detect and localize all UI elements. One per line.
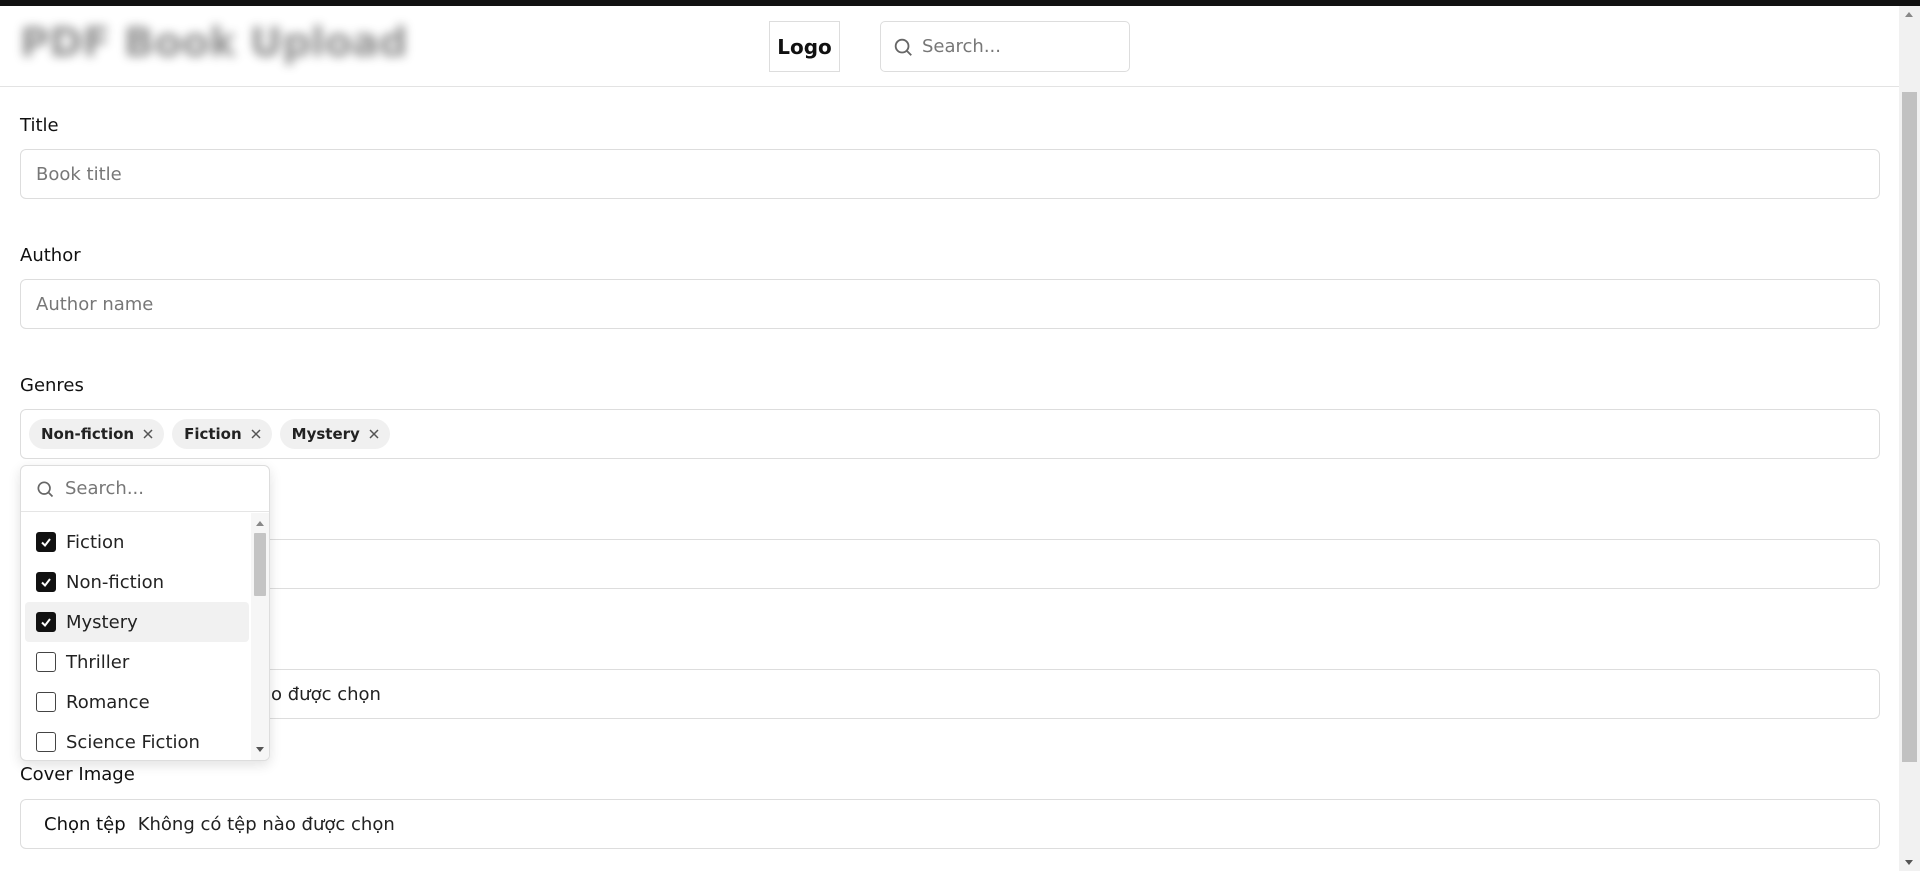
author-field <box>20 279 1880 329</box>
cover-image-label: Cover Image <box>20 764 135 785</box>
genre-chip: Fiction <box>172 419 272 449</box>
dropdown-scrollbar[interactable] <box>251 513 269 760</box>
genres-label: Genres <box>20 375 84 396</box>
genre-chip-label: Mystery <box>291 425 360 443</box>
genre-option-non-fiction[interactable]: Non-fiction <box>25 562 249 602</box>
cover-image-field: Chọn tệp Không có tệp nào được chọn <box>20 799 1880 849</box>
title-field <box>20 149 1880 199</box>
author-label: Author <box>20 245 81 266</box>
scroll-up-arrow-icon[interactable] <box>1905 12 1913 17</box>
check-icon <box>41 618 51 628</box>
header-search <box>880 21 1130 72</box>
scrollbar-thumb[interactable] <box>254 533 266 596</box>
scrollbar-thumb[interactable] <box>1902 92 1917 762</box>
genre-search-input[interactable] <box>65 466 245 511</box>
scroll-down-arrow-icon[interactable] <box>1905 860 1913 865</box>
genre-chip-label: Fiction <box>184 425 242 443</box>
genre-option-fiction[interactable]: Fiction <box>25 522 249 562</box>
genre-option-romance[interactable]: Romance <box>25 682 249 722</box>
pdf-file-status: o được chọn <box>271 683 381 705</box>
genre-option-thriller[interactable]: Thriller <box>25 642 249 682</box>
page-scrollbar[interactable] <box>1899 6 1920 871</box>
author-input[interactable] <box>21 280 1879 328</box>
checkbox[interactable] <box>36 692 56 712</box>
file-status: Không có tệp nào được chọn <box>137 813 395 835</box>
genre-option-science-fiction[interactable]: Science Fiction <box>25 722 249 760</box>
title-label: Title <box>20 115 59 136</box>
genre-options: Fiction Non-fiction Mystery Thriller Rom… <box>25 522 249 760</box>
genre-option-mystery[interactable]: Mystery <box>25 602 249 642</box>
search-icon <box>894 38 912 56</box>
genre-option-label: Non-fiction <box>66 571 165 593</box>
close-icon[interactable] <box>142 428 154 440</box>
search-icon <box>37 481 54 497</box>
app-header: PDF Book Upload Logo <box>0 6 1899 87</box>
genre-option-label: Mystery <box>66 611 138 633</box>
genre-option-label: Thriller <box>66 651 130 673</box>
checkbox[interactable] <box>36 652 56 672</box>
scroll-down-arrow-icon[interactable] <box>256 747 264 752</box>
genre-chip: Non-fiction <box>29 419 165 449</box>
genre-search <box>21 466 269 512</box>
hidden-field[interactable] <box>20 539 1880 589</box>
checkbox[interactable] <box>36 612 56 632</box>
genre-dropdown: Fiction Non-fiction Mystery Thriller Rom… <box>20 465 270 761</box>
scroll-up-arrow-icon[interactable] <box>256 521 264 526</box>
logo[interactable]: Logo <box>769 21 840 72</box>
genre-chip: Mystery <box>279 419 390 449</box>
check-icon <box>41 538 51 548</box>
checkbox[interactable] <box>36 532 56 552</box>
close-icon[interactable] <box>368 428 380 440</box>
header-search-input[interactable] <box>922 22 1112 71</box>
choose-file-button[interactable]: Chọn tệp <box>44 814 126 835</box>
close-icon[interactable] <box>250 428 262 440</box>
checkbox[interactable] <box>36 572 56 592</box>
genre-option-label: Romance <box>66 691 150 713</box>
page-title: PDF Book Upload <box>20 20 408 66</box>
check-icon <box>41 578 51 588</box>
checkbox[interactable] <box>36 732 56 752</box>
title-input[interactable] <box>21 150 1879 198</box>
genre-option-label: Fiction <box>66 531 125 553</box>
genres-field[interactable]: Non-fiction Fiction Mystery <box>20 409 1880 459</box>
genre-chips: Non-fiction Fiction Mystery <box>21 410 1879 458</box>
genre-chip-label: Non-fiction <box>41 425 135 443</box>
genre-option-label: Science Fiction <box>66 731 200 753</box>
pdf-file-field[interactable]: o được chọn <box>20 669 1880 719</box>
